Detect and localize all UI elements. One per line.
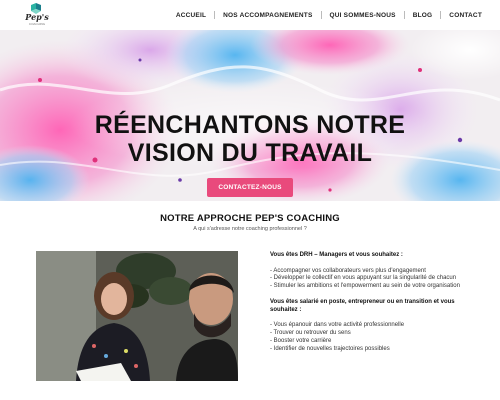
coaching-photo [36,251,238,381]
list-item: - Stimuler les ambitions et l'empowermen… [270,283,460,290]
nav-item-nos-accompagnements[interactable]: NOS ACCOMPAGNEMENTS [223,12,312,19]
main-nav: ACCUEIL NOS ACCOMPAGNEMENTS QUI SOMMES-N… [176,11,482,19]
nav-separator [214,11,216,19]
list-item: - Accompagner vos collaborateurs vers pl… [270,267,426,274]
nav-item-contact[interactable]: CONTACT [449,12,482,19]
content-heading-drh: Vous êtes DRH – Managers et vous souhait… [270,252,403,258]
hero-title: RÉENCHANTONS NOTRE VISION DU TRAVAIL [0,111,500,167]
nav-item-qui-sommes-nous[interactable]: QUI SOMMES-NOUS [330,12,396,19]
coaching-photo-illustration [36,251,238,381]
logo-text: Pep's [25,12,49,22]
hero-title-line-2: VISION DU TRAVAIL [127,139,373,167]
list-item: - Booster votre carrière [270,337,332,344]
approach-content: Vous êtes DRH – Managers et vous souhait… [270,252,460,353]
list-item: - Identifier de nouvelles trajectoires p… [270,345,390,352]
contact-us-button[interactable]: CONTACTEZ-NOUS [207,178,293,197]
hero-title-line-1: RÉENCHANTONS NOTRE [94,111,406,139]
nav-item-blog[interactable]: BLOG [413,12,433,19]
logo-subtext: COACHING [28,22,46,26]
site-header: Pep's COACHING ACCUEIL NOS ACCOMPAGNEMEN… [0,0,500,30]
list-item: - Vous épanouir dans votre activité prof… [270,322,405,329]
section-title: NOTRE APPROCHE PEP'S COACHING [160,213,340,224]
content-heading-salarie: Vous êtes salarié en poste, entrepreneur… [270,298,455,313]
nav-item-accueil[interactable]: ACCUEIL [176,12,206,19]
site-logo[interactable]: Pep's COACHING [24,3,50,29]
nav-separator [320,11,322,19]
hero-banner: RÉENCHANTONS NOTRE VISION DU TRAVAIL CON… [0,30,500,201]
section-subtitle: A qui s'adresse notre coaching professio… [193,226,307,232]
nav-separator [403,11,405,19]
list-item: - Développer le collectif en vous appuya… [270,275,457,282]
list-item: - Trouver ou retrouver du sens [270,329,351,336]
nav-separator [440,11,442,19]
